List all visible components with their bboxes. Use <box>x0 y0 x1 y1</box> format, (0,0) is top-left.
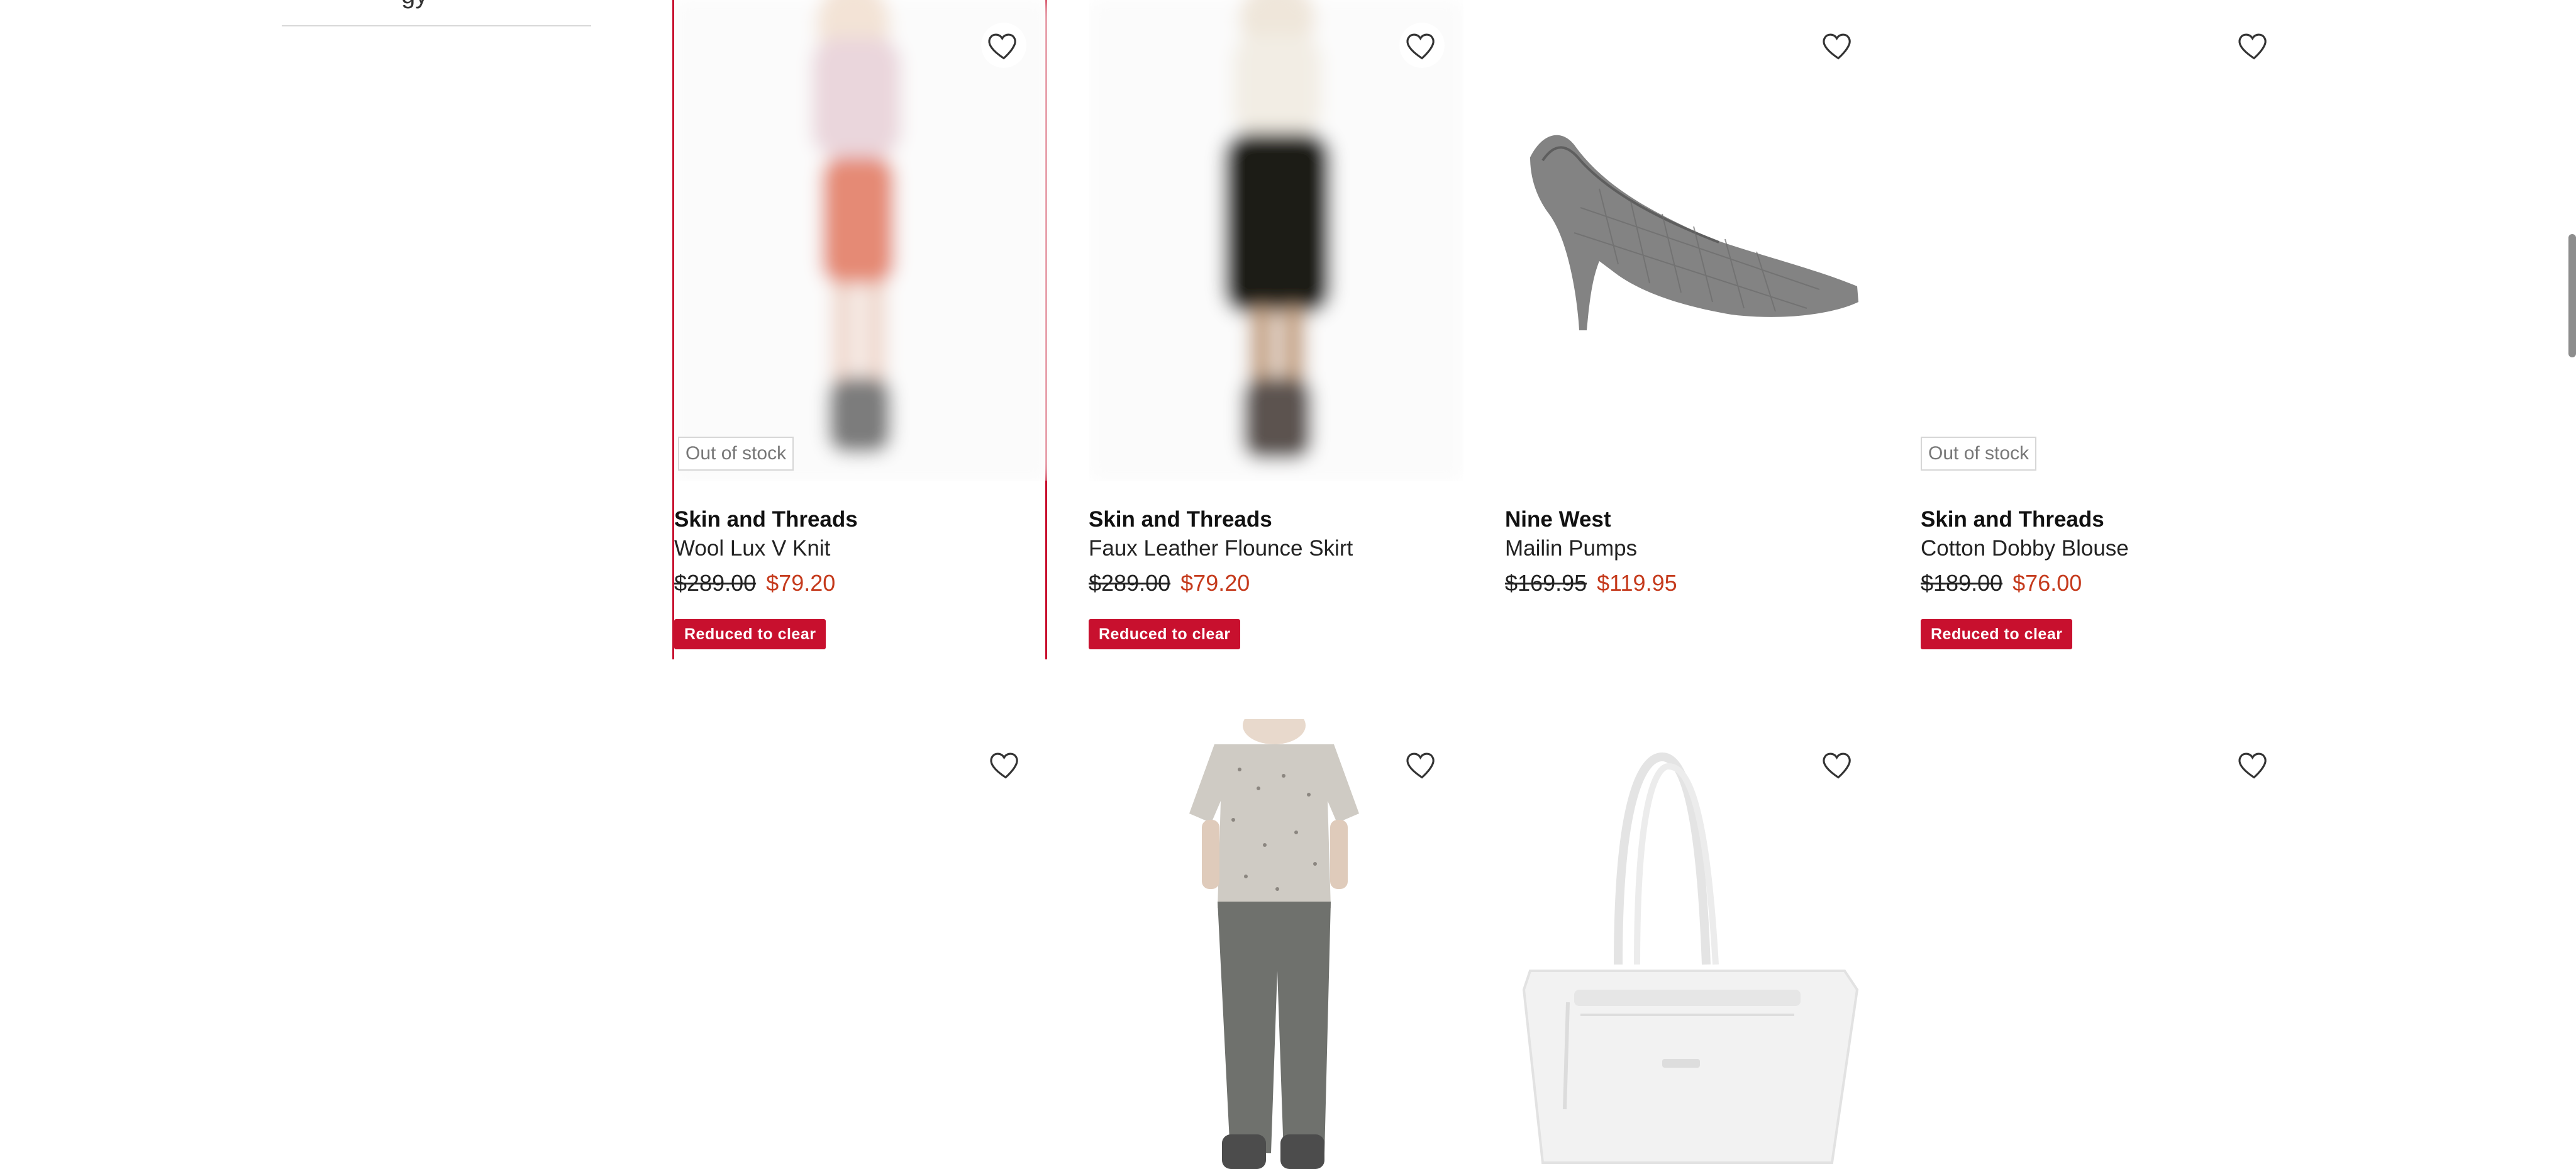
sale-price: $76.00 <box>2012 570 2082 596</box>
sale-price: $79.20 <box>766 570 836 596</box>
reduced-badge: Reduced to clear <box>674 619 826 649</box>
product-image[interactable] <box>1505 0 1880 481</box>
product-image[interactable] <box>1089 719 1463 1169</box>
wishlist-button[interactable] <box>1399 742 1445 787</box>
product-name[interactable]: Wool Lux V Knit <box>674 536 830 561</box>
wishlist-button[interactable] <box>983 742 1028 787</box>
reduced-badge: Reduced to clear <box>1921 619 2073 649</box>
product-price: $189.00 $76.00 <box>1921 570 2082 596</box>
heart-outline-icon <box>1823 33 1851 60</box>
heart-outline-icon <box>1823 752 1851 779</box>
product-card[interactable] <box>1089 719 1463 1169</box>
product-price: $169.95 $119.95 <box>1505 570 1677 596</box>
product-card[interactable]: Out of stock Skin and Threads Wool Lux V… <box>672 0 1049 659</box>
out-of-stock-label: Out of stock <box>1921 437 2037 471</box>
sidebar-divider <box>282 25 591 26</box>
product-image[interactable]: Out of stock <box>1921 0 2296 481</box>
product-card[interactable] <box>1505 719 1880 1169</box>
product-name[interactable]: Mailin Pumps <box>1505 536 1637 561</box>
product-image[interactable] <box>1505 719 1880 1169</box>
product-price: $289.00 $79.20 <box>1089 570 1250 596</box>
model-print-tee-image <box>1089 719 1463 1169</box>
grey-pump-shoe-image <box>1505 0 1880 481</box>
product-card[interactable]: Nine West Mailin Pumps $169.95 $119.95 <box>1505 0 1880 659</box>
product-image[interactable] <box>672 719 1047 1169</box>
original-price: $289.00 <box>674 570 757 596</box>
wishlist-button[interactable] <box>1399 23 1445 68</box>
sale-price: $119.95 <box>1597 570 1677 596</box>
original-price: $189.00 <box>1921 570 2003 596</box>
out-of-stock-label: Out of stock <box>678 437 794 471</box>
white-tote-bag-image <box>1505 719 1880 1169</box>
model-pink-knit-image <box>674 0 1049 481</box>
product-card[interactable] <box>672 719 1047 1169</box>
wishlist-button[interactable] <box>1816 742 1861 787</box>
heart-outline-icon <box>1406 752 1435 779</box>
wishlist-button[interactable] <box>1816 23 1861 68</box>
product-image[interactable] <box>1089 0 1463 481</box>
heart-outline-icon <box>1406 33 1435 60</box>
original-price: $169.95 <box>1505 570 1587 596</box>
product-brand[interactable]: Skin and Threads <box>1921 507 2104 532</box>
wishlist-button[interactable] <box>981 23 1026 68</box>
product-brand[interactable]: Skin and Threads <box>1089 507 1272 532</box>
product-card[interactable]: Out of stock Skin and Threads Cotton Dob… <box>1921 0 2296 659</box>
page-scrollbar-thumb[interactable] <box>2568 234 2576 357</box>
product-card[interactable] <box>1921 719 2296 1169</box>
original-price: $289.00 <box>1089 570 1171 596</box>
wishlist-button[interactable] <box>2231 23 2277 68</box>
reduced-badge: Reduced to clear <box>1089 619 1241 649</box>
product-name[interactable]: Cotton Dobby Blouse <box>1921 536 2129 561</box>
heart-outline-icon <box>2238 33 2267 60</box>
sale-price: $79.20 <box>1180 570 1250 596</box>
product-image[interactable]: Out of stock <box>674 0 1049 481</box>
heart-outline-icon <box>988 33 1016 60</box>
product-image[interactable] <box>1921 719 2296 1169</box>
model-black-skirt-image <box>1089 0 1463 481</box>
wishlist-button[interactable] <box>2231 742 2277 787</box>
product-price: $289.00 $79.20 <box>674 570 835 596</box>
product-name[interactable]: Faux Leather Flounce Skirt <box>1089 536 1353 561</box>
heart-outline-icon <box>2238 752 2267 779</box>
product-listing-page: gy Out of stock Skin and Threa <box>0 0 2576 1169</box>
product-brand[interactable]: Nine West <box>1505 507 1611 532</box>
heart-outline-icon <box>990 752 1018 779</box>
product-card[interactable]: Skin and Threads Faux Leather Flounce Sk… <box>1089 0 1463 659</box>
product-brand[interactable]: Skin and Threads <box>674 507 858 532</box>
filter-section-label[interactable]: gy <box>401 0 428 9</box>
filter-sidebar-remnant: gy <box>282 0 591 26</box>
